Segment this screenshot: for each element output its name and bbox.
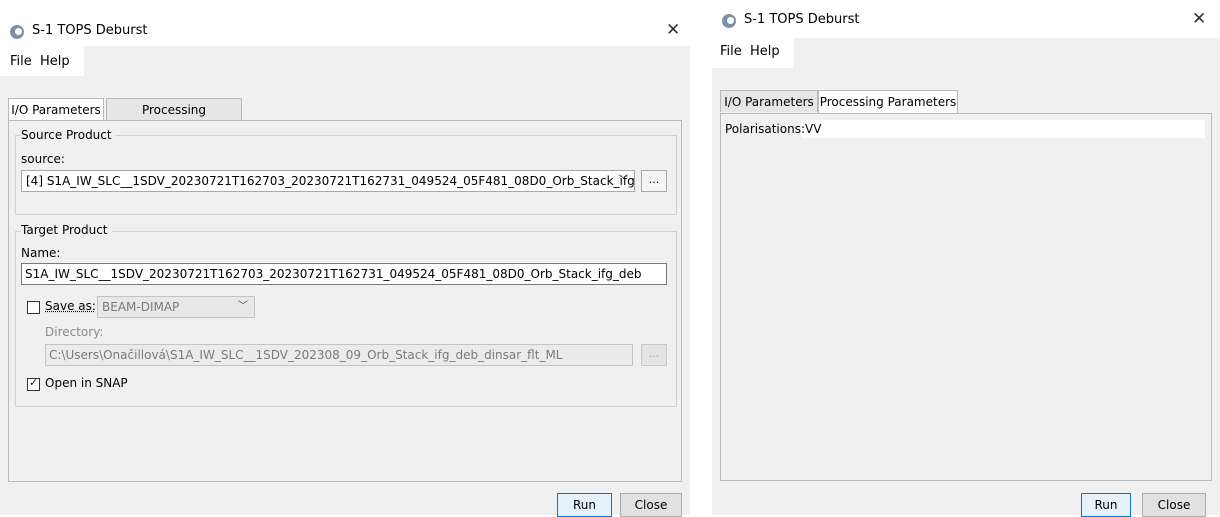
menu-file[interactable]: File: [10, 54, 32, 69]
target-name-input[interactable]: S1A_IW_SLC__1SDV_20230721T162703_2023072…: [21, 263, 667, 285]
io-parameters-panel: Source Product source: [4] S1A_IW_SLC__1…: [8, 120, 682, 482]
window-title: S-1 TOPS Deburst: [744, 12, 860, 27]
tab-io-parameters[interactable]: I/O Parameters: [720, 90, 818, 112]
menu-bar: File Help: [712, 38, 794, 68]
close-button[interactable]: Close: [620, 493, 682, 517]
close-icon[interactable]: ✕: [666, 20, 680, 40]
menu-help[interactable]: Help: [40, 54, 70, 69]
close-button[interactable]: Close: [1142, 493, 1206, 517]
menu-bar: File Help: [0, 46, 84, 76]
save-as-label[interactable]: Save as:: [45, 299, 96, 313]
tab-processing-parameters[interactable]: Processing Parameters: [818, 90, 958, 113]
save-format-dropdown[interactable]: BEAM-DIMAP ﹀: [97, 296, 255, 318]
menu-help[interactable]: Help: [750, 44, 780, 59]
left-dialog-window: S-1 TOPS Deburst ✕ File Help I/O Paramet…: [0, 0, 690, 517]
directory-label: Directory:: [45, 325, 104, 339]
source-product-value: [4] S1A_IW_SLC__1SDV_20230721T162703_202…: [26, 174, 635, 188]
right-dialog-window: S-1 TOPS Deburst ✕ File Help I/O Paramet…: [712, 0, 1220, 517]
window-title: S-1 TOPS Deburst: [32, 23, 148, 38]
chevron-down-icon: ﹀: [238, 301, 248, 312]
name-label: Name:: [21, 246, 61, 260]
open-in-snap-checkbox[interactable]: [27, 376, 40, 391]
polarisations-list[interactable]: [801, 120, 1205, 138]
menu-file[interactable]: File: [720, 44, 742, 59]
source-product-title: Source Product: [21, 128, 116, 142]
title-bar: S-1 TOPS Deburst ✕: [712, 0, 1220, 38]
tab-io-parameters[interactable]: I/O Parameters: [8, 98, 104, 121]
chevron-down-icon: ﹀: [618, 175, 628, 186]
save-as-checkbox[interactable]: [27, 301, 40, 314]
polarisations-label: Polarisations:: [725, 122, 805, 136]
run-button[interactable]: Run: [1081, 493, 1131, 517]
directory-input[interactable]: C:\Users\Onačillová\S1A_IW_SLC__1SDV_202…: [45, 344, 633, 366]
snap-app-icon: [10, 25, 24, 39]
source-browse-button[interactable]: ...: [641, 170, 667, 192]
open-in-snap-label[interactable]: Open in SNAP: [45, 376, 128, 390]
tab-processing-parameters[interactable]: Processing Parameters: [106, 98, 242, 139]
polarisation-item-vv[interactable]: VV: [805, 122, 821, 136]
target-product-title: Target Product: [21, 223, 112, 237]
processing-parameters-panel: Polarisations: VV: [720, 113, 1212, 481]
run-button[interactable]: Run: [557, 493, 612, 517]
title-bar: S-1 TOPS Deburst ✕: [0, 0, 690, 46]
snap-app-icon: [722, 14, 736, 28]
source-label: source:: [21, 152, 65, 166]
directory-browse-button[interactable]: ...: [641, 344, 667, 366]
save-format-value: BEAM-DIMAP: [102, 300, 180, 314]
source-product-dropdown[interactable]: [4] S1A_IW_SLC__1SDV_20230721T162703_202…: [21, 170, 635, 192]
close-icon[interactable]: ✕: [1192, 9, 1206, 29]
